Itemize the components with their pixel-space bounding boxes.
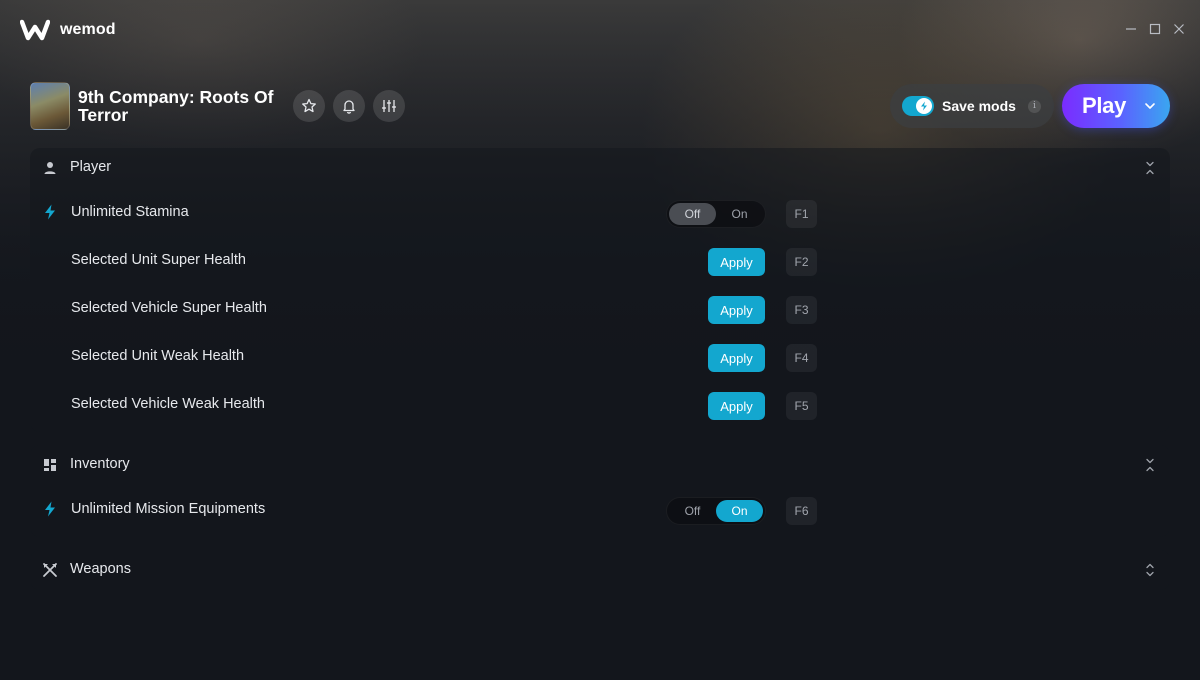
title-bar: wemod — [0, 0, 1200, 60]
close-icon[interactable] — [1172, 22, 1186, 36]
window-controls — [1124, 22, 1186, 36]
maximize-icon[interactable] — [1148, 22, 1162, 36]
hotkey-badge[interactable]: F4 — [786, 344, 817, 372]
hotkey-badge[interactable]: F3 — [786, 296, 817, 324]
toggle-on-option[interactable]: On — [716, 500, 763, 522]
apply-button[interactable]: Apply — [708, 392, 765, 420]
mod-row: Selected Unit Weak Health Apply F4 — [30, 333, 1170, 381]
section-header[interactable]: Player — [30, 148, 1170, 188]
mod-toggle[interactable]: Off On — [666, 497, 766, 525]
mod-row: Unlimited Stamina Off On F1 — [30, 189, 1170, 237]
apply-button[interactable]: Apply — [708, 344, 765, 372]
brand: wemod — [20, 19, 116, 41]
grid-icon — [44, 459, 56, 471]
hotkey-badge[interactable]: F1 — [786, 200, 817, 228]
wemod-logo-icon — [20, 19, 50, 41]
mod-row: Selected Unit Super Health Apply F2 — [30, 237, 1170, 285]
game-thumbnail — [30, 82, 70, 130]
mod-toggle[interactable]: Off On — [666, 200, 766, 228]
bell-icon — [343, 100, 355, 114]
app-name: wemod — [60, 21, 116, 38]
collapse-icon[interactable] — [1144, 457, 1156, 473]
hotkey-badge[interactable]: F6 — [786, 497, 817, 525]
save-mods-knob — [916, 98, 932, 114]
mod-label: Selected Vehicle Super Health — [71, 300, 267, 316]
settings-button[interactable] — [373, 90, 405, 122]
apply-button[interactable]: Apply — [708, 296, 765, 324]
mod-label: Selected Unit Weak Health — [71, 348, 245, 364]
hotkey-badge[interactable]: F2 — [786, 248, 817, 276]
toggle-on-option[interactable]: On — [716, 203, 763, 225]
favorite-button[interactable] — [293, 90, 325, 122]
info-icon[interactable]: i — [1027, 99, 1041, 113]
mod-label: Selected Vehicle Weak Health — [71, 396, 265, 412]
mod-row: Unlimited Mission Equipments Off On F6 — [30, 486, 1170, 534]
star-icon — [302, 98, 316, 113]
section-label: Weapons — [70, 561, 131, 577]
section-player: Player Unlimited Stamina Off On F1 Selec… — [30, 148, 1170, 432]
toggle-off-option[interactable]: Off — [669, 500, 716, 522]
section-label: Inventory — [70, 456, 130, 472]
expand-icon[interactable] — [1144, 562, 1156, 578]
game-header: 9th Company: Roots Of Terror Save mods i… — [30, 82, 1170, 132]
mod-label: Unlimited Stamina — [71, 204, 189, 220]
mod-label: Selected Unit Super Health — [71, 252, 246, 268]
collapse-icon[interactable] — [1144, 160, 1156, 176]
mod-label: Unlimited Mission Equipments — [71, 501, 266, 517]
section-label: Player — [70, 159, 112, 175]
bolt-icon — [921, 101, 927, 111]
app-window: wemod 9th Company: Roots Of Terror Save … — [0, 0, 1200, 680]
section-inventory: Inventory Unlimited Mission Equipments O… — [30, 445, 1170, 537]
section-header[interactable]: Inventory — [30, 445, 1170, 485]
minimize-icon[interactable] — [1124, 22, 1138, 36]
section-header[interactable]: Weapons — [30, 550, 1170, 590]
bolt-icon — [45, 501, 55, 517]
mod-row: Selected Vehicle Weak Health Apply F5 — [30, 381, 1170, 429]
notifications-button[interactable] — [333, 90, 365, 122]
play-label: Play — [1082, 93, 1127, 118]
mod-row: Selected Vehicle Super Health Apply F3 — [30, 285, 1170, 333]
crossed-swords-icon — [43, 563, 57, 577]
game-title: 9th Company: Roots Of Terror — [78, 87, 274, 125]
apply-button[interactable]: Apply — [708, 248, 765, 276]
toggle-off-option[interactable]: Off — [669, 203, 716, 225]
person-icon — [44, 162, 56, 174]
save-mods-toggle[interactable] — [902, 96, 934, 116]
play-button[interactable]: Play — [1062, 84, 1170, 128]
sliders-icon — [382, 100, 396, 112]
save-mods-control[interactable]: Save mods i — [890, 84, 1054, 128]
section-weapons: Weapons — [30, 550, 1170, 590]
save-mods-label: Save mods — [942, 98, 1016, 114]
game-header-actions — [293, 90, 405, 122]
chevron-down-icon[interactable] — [1144, 102, 1156, 110]
bolt-icon — [45, 204, 55, 220]
hotkey-badge[interactable]: F5 — [786, 392, 817, 420]
